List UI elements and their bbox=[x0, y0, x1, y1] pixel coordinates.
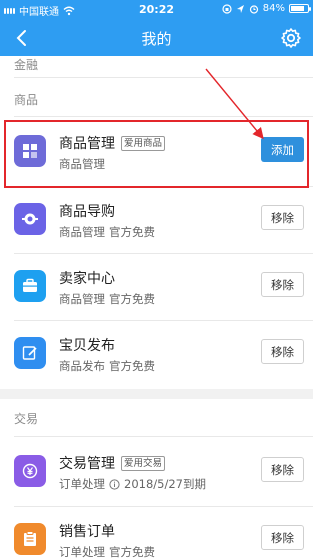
yen-icon bbox=[14, 455, 46, 487]
item-title: 宝贝发布 bbox=[59, 338, 115, 354]
list-item-sales-orders[interactable]: 销售订单 订单处理 官方免费 移除 bbox=[0, 507, 313, 559]
item-price: 官方免费 bbox=[109, 545, 155, 559]
item-price: 官方免费 bbox=[109, 359, 155, 373]
item-category: 订单处理 bbox=[59, 477, 105, 491]
section-gap bbox=[0, 389, 313, 399]
briefcase-icon bbox=[14, 270, 46, 302]
nav-bar: 我的 bbox=[0, 20, 313, 56]
item-category: 商品管理 bbox=[59, 225, 105, 239]
item-title: 卖家中心 bbox=[59, 271, 115, 287]
item-name: 宝贝发布 bbox=[59, 335, 115, 355]
item-price: 官方免费 bbox=[109, 225, 155, 239]
item-expiry: 2018/5/27到期 bbox=[124, 477, 206, 491]
item-subtitle: 商品管理 官方免费 bbox=[59, 224, 155, 240]
remove-button[interactable]: 移除 bbox=[261, 272, 304, 297]
remove-button[interactable]: 移除 bbox=[261, 457, 304, 482]
battery-percent: 84% bbox=[262, 3, 285, 14]
section-label-trade: 交易 bbox=[14, 412, 39, 426]
remove-button[interactable]: 移除 bbox=[261, 525, 304, 550]
gear-icon[interactable] bbox=[279, 26, 303, 50]
info-icon bbox=[109, 478, 120, 490]
item-title: 交易管理 bbox=[59, 456, 115, 472]
remove-button[interactable]: 移除 bbox=[261, 205, 304, 230]
item-title: 销售订单 bbox=[59, 524, 115, 540]
item-category: 订单处理 bbox=[59, 545, 105, 559]
section-label-finance: 金融 bbox=[14, 58, 39, 72]
lock-rotation-icon bbox=[222, 3, 232, 14]
alarm-icon bbox=[249, 4, 258, 14]
section-label-goods: 商品 bbox=[14, 93, 39, 107]
status-bar: 中国联通 20:22 84% bbox=[0, 0, 313, 20]
item-category: 商品管理 bbox=[59, 292, 105, 306]
page-title: 我的 bbox=[141, 30, 172, 48]
guide-icon bbox=[14, 203, 46, 235]
list-item-goods-guide[interactable]: 商品导购 商品管理 官方免费 移除 bbox=[0, 187, 313, 254]
battery-fill bbox=[291, 6, 305, 11]
highlight-box bbox=[4, 120, 309, 188]
location-icon bbox=[236, 4, 244, 13]
item-price: 官方免费 bbox=[109, 292, 155, 306]
item-name: 销售订单 bbox=[59, 521, 115, 541]
remove-button[interactable]: 移除 bbox=[261, 339, 304, 364]
item-tag: 爱用交易 bbox=[121, 455, 166, 471]
list-item-seller-center[interactable]: 卖家中心 商品管理 官方免费 移除 bbox=[0, 254, 313, 321]
item-name: 卖家中心 bbox=[59, 268, 115, 288]
item-category: 商品发布 bbox=[59, 359, 105, 373]
item-subtitle: 订单处理 官方免费 bbox=[59, 544, 155, 559]
status-right: 84% bbox=[222, 3, 311, 14]
order-icon bbox=[14, 523, 46, 555]
item-name: 商品导购 bbox=[59, 201, 115, 221]
item-subtitle: 订单处理 2018/5/27到期 bbox=[59, 476, 206, 492]
divider bbox=[14, 77, 313, 78]
battery-icon bbox=[289, 4, 311, 13]
edit-icon bbox=[14, 337, 46, 369]
item-name: 交易管理 爱用交易 bbox=[59, 453, 166, 473]
item-subtitle: 商品管理 官方免费 bbox=[59, 291, 155, 307]
divider bbox=[14, 116, 313, 117]
list-item-item-publish[interactable]: 宝贝发布 商品发布 官方免费 移除 bbox=[0, 321, 313, 388]
item-subtitle: 商品发布 官方免费 bbox=[59, 358, 155, 374]
divider bbox=[14, 436, 313, 437]
list-item-trade-management[interactable]: 交易管理 爱用交易 订单处理 2018/5/27到期 移除 bbox=[0, 439, 313, 506]
item-title: 商品导购 bbox=[59, 204, 115, 220]
